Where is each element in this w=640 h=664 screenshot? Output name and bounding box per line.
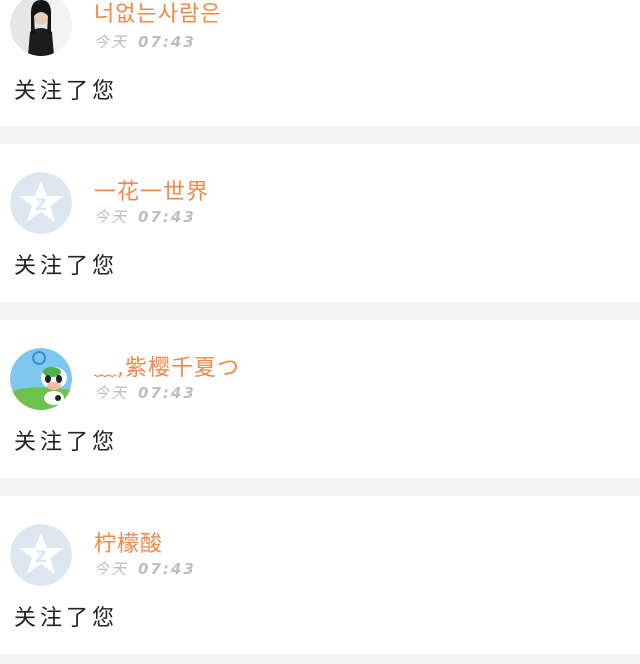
time-value: 07:43 xyxy=(138,384,196,402)
cartoon-cow-avatar-icon xyxy=(10,348,72,410)
action-text: 关注了您 xyxy=(14,254,119,279)
user-avatar[interactable]: Z xyxy=(10,524,72,586)
username[interactable]: 너없는사람은 xyxy=(94,2,221,28)
svg-text:Z: Z xyxy=(35,195,47,214)
action-text: 关注了您 xyxy=(14,79,119,104)
action-text: 关注了您 xyxy=(14,430,119,455)
notification-card[interactable]: ﹏,紫樱千夏つ 今天 07:43 关注了您 xyxy=(0,320,640,478)
date-label: 今天 xyxy=(94,384,129,402)
username[interactable]: 柠檬酸 xyxy=(94,532,163,558)
time-value: 07:43 xyxy=(138,33,196,51)
user-avatar[interactable] xyxy=(10,348,72,410)
default-star-avatar-icon: Z xyxy=(10,524,72,586)
user-avatar[interactable]: Z xyxy=(10,172,72,234)
timestamp: 今天 07:43 xyxy=(94,560,196,578)
time-value: 07:43 xyxy=(138,208,196,226)
notification-card[interactable]: Z 柠檬酸 今天 07:43 关注了您 xyxy=(0,496,640,654)
username[interactable]: ﹏,紫樱千夏つ xyxy=(94,356,240,382)
profile-photo-woman-icon xyxy=(10,0,72,56)
notification-card[interactable]: 너없는사람은 今天 07:43 关注了您 xyxy=(0,0,640,126)
default-star-avatar-icon: Z xyxy=(10,172,72,234)
svg-text:Z: Z xyxy=(35,547,47,566)
action-text: 关注了您 xyxy=(14,606,119,631)
date-label: 今天 xyxy=(94,33,129,51)
time-value: 07:43 xyxy=(138,560,196,578)
notification-card[interactable]: Z 一花一世界 今天 07:43 关注了您 xyxy=(0,144,640,302)
timestamp: 今天 07:43 xyxy=(94,208,196,226)
user-avatar[interactable] xyxy=(10,0,72,56)
username[interactable]: 一花一世界 xyxy=(94,180,209,206)
timestamp: 今天 07:43 xyxy=(94,384,196,402)
timestamp: 今天 07:43 xyxy=(94,33,196,51)
date-label: 今天 xyxy=(94,208,129,226)
date-label: 今天 xyxy=(94,560,129,578)
notification-feed: 너없는사람은 今天 07:43 关注了您 Z 一花一世界 今天 07:43 关注了您 xyxy=(0,0,640,664)
